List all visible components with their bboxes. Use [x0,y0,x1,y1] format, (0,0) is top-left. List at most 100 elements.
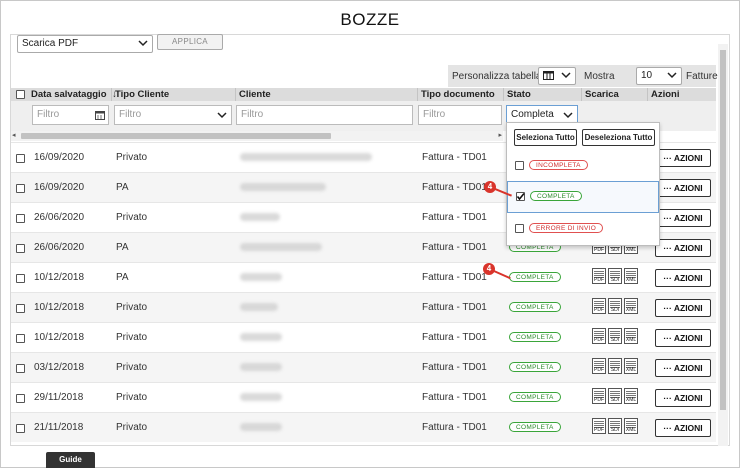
chevron-down-icon [217,112,227,119]
download-icon-label: XML [625,427,637,433]
client-name-redacted [240,303,278,311]
client-name-redacted [240,333,282,341]
table-row[interactable]: 10/12/2018 Privato Fattura - TD01 COMPLETA P… [11,322,716,352]
client-name-redacted [240,273,282,281]
download-icon-label: SDI [610,247,620,253]
row-checkbox[interactable] [16,424,25,433]
option-checkbox[interactable] [515,161,524,170]
row-date: 16/09/2020 [34,182,85,193]
xml-download-icon[interactable]: XML [624,298,638,314]
actions-button[interactable]: ··· AZIONI [655,149,711,167]
xml-download-icon[interactable]: XML [624,388,638,404]
row-client-type: Privato [116,362,148,373]
more-dots-icon: ··· [663,273,674,283]
table-row[interactable]: 10/12/2018 PA Fattura - TD01 COMPLETA PDF SDI… [11,262,716,292]
select-all-checkbox[interactable] [16,90,25,99]
sdi-download-icon[interactable]: SDI [608,298,622,314]
pdf-download-icon[interactable]: PDF [592,328,606,344]
xml-download-icon[interactable]: XML [624,268,638,284]
xml-download-icon[interactable]: XML [624,358,638,374]
more-dots-icon: ··· [663,363,674,373]
apply-button[interactable]: APPLICA [157,34,223,50]
chevron-down-icon [561,72,571,79]
deselect-all-button[interactable]: Deseleziona Tutto [582,129,655,146]
client-type-filter[interactable]: Filtro [114,105,232,125]
status-option-errore[interactable]: ERRORE DI INVIO [507,213,659,243]
actions-button[interactable]: ··· AZIONI [655,329,711,347]
sdi-download-icon[interactable]: SDI [608,268,622,284]
status-option-incompleta[interactable]: INCOMPLETA [507,150,659,180]
row-checkbox[interactable] [16,364,25,373]
pdf-download-icon[interactable]: PDF [592,388,606,404]
download-icon-label: SDI [610,427,620,433]
col-date[interactable]: Data salvataggio ↓ [28,88,123,101]
xml-download-icon[interactable]: XML [624,328,638,344]
actions-button[interactable]: ··· AZIONI [655,179,711,197]
table-row[interactable]: 03/12/2018 Privato Fattura - TD01 COMPLETA P… [11,352,716,382]
pdf-download-icon[interactable]: PDF [592,358,606,374]
actions-button[interactable]: ··· AZIONI [655,359,711,377]
actions-button-label: AZIONI [673,303,703,313]
export-select[interactable]: Scarica PDF [17,35,153,53]
table-row[interactable]: 10/12/2018 Privato Fattura - TD01 COMPLETA P… [11,292,716,322]
row-client-type: Privato [116,392,148,403]
row-checkbox[interactable] [16,394,25,403]
sdi-download-icon[interactable]: SDI [608,388,622,404]
row-checkbox[interactable] [16,244,25,253]
guide-tab[interactable]: Guide [46,452,95,468]
download-icon-label: PDF [594,367,604,373]
horizontal-scrollbar[interactable]: ◂ ▸ [11,131,503,141]
col-client[interactable]: Cliente [235,88,417,101]
row-checkbox[interactable] [16,184,25,193]
col-client-type[interactable]: Tipo Cliente [111,88,235,101]
download-icon-label: PDF [594,307,604,313]
date-filter-input[interactable]: Filtro [32,105,109,125]
row-doc-type: Fattura - TD01 [422,152,487,163]
row-checkbox[interactable] [16,304,25,313]
actions-button[interactable]: ··· AZIONI [655,299,711,317]
status-option-completa[interactable]: COMPLETA [507,181,659,213]
row-checkbox[interactable] [16,214,25,223]
actions-button[interactable]: ··· AZIONI [655,239,711,257]
scroll-left-icon[interactable]: ◂ [12,131,16,139]
sdi-download-icon[interactable]: SDI [608,418,622,434]
row-doc-type: Fattura - TD01 [422,272,487,283]
status-option-label: COMPLETA [530,191,582,201]
row-doc-type: Fattura - TD01 [422,332,487,343]
pdf-download-icon[interactable]: PDF [592,298,606,314]
client-name-redacted [240,243,322,251]
row-doc-type: Fattura - TD01 [422,242,487,253]
select-all-button[interactable]: Seleziona Tutto [514,129,577,146]
more-dots-icon: ··· [663,153,674,163]
row-checkbox[interactable] [16,274,25,283]
row-checkbox[interactable] [16,154,25,163]
pdf-download-icon[interactable]: PDF [592,268,606,284]
option-checkbox[interactable] [515,224,524,233]
xml-download-icon[interactable]: XML [624,418,638,434]
col-doc-type[interactable]: Tipo documento [417,88,503,101]
page-size-select[interactable]: 10 [636,67,682,85]
option-checkbox-checked[interactable] [516,192,525,201]
sdi-download-icon[interactable]: SDI [608,328,622,344]
actions-button[interactable]: ··· AZIONI [655,209,711,227]
calendar-icon[interactable] [95,110,105,120]
col-status[interactable]: Stato [503,88,581,101]
actions-button[interactable]: ··· AZIONI [655,419,711,437]
vertical-scroll-thumb[interactable] [720,50,726,410]
vertical-scrollbar[interactable] [718,44,728,446]
actions-button[interactable]: ··· AZIONI [655,269,711,287]
scroll-right-icon[interactable]: ▸ [498,131,502,139]
row-checkbox[interactable] [16,334,25,343]
pdf-download-icon[interactable]: PDF [592,418,606,434]
client-filter-input[interactable]: Filtro [236,105,413,125]
actions-button[interactable]: ··· AZIONI [655,389,711,407]
sdi-download-icon[interactable]: SDI [608,358,622,374]
horizontal-scroll-thumb[interactable] [21,133,331,139]
show-label: Mostra [584,71,615,82]
columns-toggle[interactable] [538,67,576,85]
doc-type-filter-input[interactable]: Filtro [418,105,502,125]
table-row[interactable]: 21/11/2018 Privato Fattura - TD01 COMPLETA P… [11,412,716,442]
table-row[interactable]: 29/11/2018 Privato Fattura - TD01 COMPLETA P… [11,382,716,412]
export-select-value: Scarica PDF [22,38,79,49]
status-filter-value: Completa [511,109,554,120]
